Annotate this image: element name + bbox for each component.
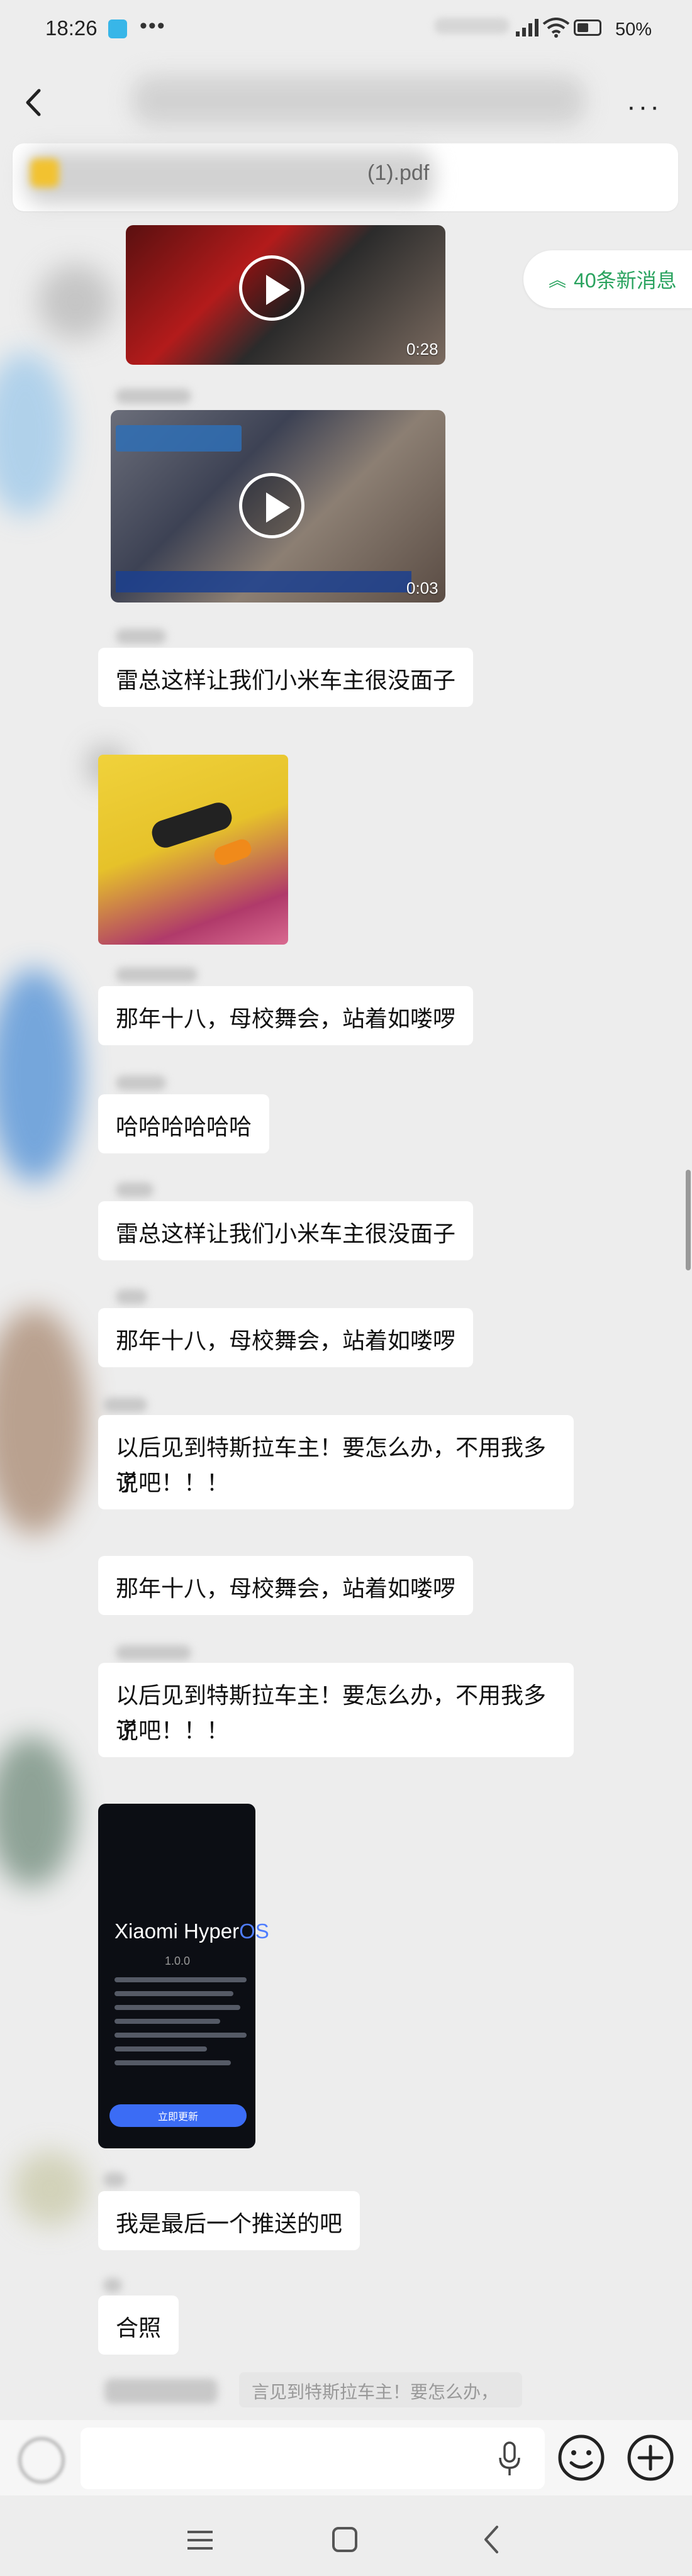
sender-name-blurred bbox=[103, 1397, 147, 1413]
quote-sender-blurred bbox=[104, 2379, 218, 2404]
status-time: 18:26 bbox=[45, 16, 98, 40]
screenshot-update-button: 立即更新 bbox=[109, 2104, 247, 2127]
sender-name-blurred bbox=[116, 1645, 191, 1660]
video-ticker bbox=[116, 571, 411, 592]
sender-name-blurred bbox=[116, 967, 198, 982]
avatar-blurred bbox=[0, 1308, 88, 1535]
message-text: 那年十八，母校舞会，站着如喽啰 bbox=[116, 1006, 456, 1031]
message-text: 雷总这样让我们小米车主很没面子 bbox=[116, 1221, 456, 1246]
voice-toggle-icon[interactable] bbox=[19, 2438, 64, 2483]
video-duration: 0:03 bbox=[406, 579, 438, 597]
message-bubble[interactable]: 合照 bbox=[98, 2296, 179, 2355]
message-bubble[interactable]: 那年十八，母校舞会，站着如喽啰 bbox=[98, 1308, 474, 1367]
screenshot-version: 1.0.0 bbox=[165, 1955, 191, 1967]
battery-percent: 50% bbox=[615, 19, 652, 40]
recent-apps-icon[interactable] bbox=[186, 2529, 214, 2551]
quoted-message-preview[interactable]: 言见到特斯拉车主！要怎么办， bbox=[239, 2372, 522, 2407]
message-text: 那年十八，母校舞会，站着如喽啰 bbox=[116, 1328, 456, 1353]
chat-title-blurred bbox=[132, 75, 585, 126]
back-icon[interactable] bbox=[21, 87, 47, 118]
message-bubble[interactable]: 我是最后一个推送的吧 bbox=[98, 2191, 360, 2250]
signal-icon bbox=[516, 19, 539, 36]
new-messages-button[interactable]: ︽ 40条新消息 bbox=[523, 250, 692, 308]
avatar-blurred bbox=[0, 1736, 75, 1887]
battery-level bbox=[578, 23, 588, 32]
system-back-icon[interactable] bbox=[479, 2524, 505, 2555]
screenshot-title: Xiaomi HyperOS bbox=[114, 1919, 269, 1943]
sender-name-blurred bbox=[116, 389, 191, 404]
message-bubble[interactable]: 雷总这样让我们小米车主很没面子 bbox=[98, 1201, 474, 1260]
message-bubble[interactable]: 那年十八，母校舞会，站着如喽啰 bbox=[98, 1556, 474, 1615]
app-notification-icon bbox=[108, 19, 127, 38]
plus-icon[interactable] bbox=[625, 2433, 676, 2483]
message-bubble[interactable]: 以后见到特斯拉车主！要怎么办，不用我多说 了吧！！！ bbox=[98, 1663, 574, 1757]
emoji-icon[interactable] bbox=[556, 2433, 606, 2483]
video-caption-banner bbox=[116, 425, 242, 452]
video-duration: 0:28 bbox=[406, 340, 438, 358]
play-icon[interactable] bbox=[239, 473, 304, 538]
message-text: 哈哈哈哈哈哈 bbox=[116, 1114, 252, 1140]
sender-name-blurred bbox=[116, 1289, 147, 1304]
avatar-blurred bbox=[0, 969, 82, 1182]
status-more-dots: ••• bbox=[140, 14, 166, 38]
message-bubble[interactable]: 那年十八，母校舞会，站着如喽啰 bbox=[98, 986, 474, 1045]
status-blurred-area bbox=[434, 18, 510, 34]
play-icon[interactable] bbox=[239, 255, 304, 321]
message-text: 我是最后一个推送的吧 bbox=[116, 2211, 343, 2236]
file-icon bbox=[30, 158, 59, 187]
new-messages-label: 40条新消息 bbox=[574, 269, 677, 292]
message-bubble[interactable]: 哈哈哈哈哈哈 bbox=[98, 1094, 270, 1153]
double-chevron-up-icon: ︽ bbox=[549, 270, 567, 290]
message-text: 合照 bbox=[116, 2315, 162, 2341]
message-text: 雷总这样让我们小米车主很没面子 bbox=[116, 667, 456, 693]
scrollbar[interactable] bbox=[686, 1170, 691, 1270]
message-bubble[interactable]: 雷总这样让我们小米车主很没面子 bbox=[98, 648, 474, 707]
avatar-blurred bbox=[0, 352, 69, 516]
sender-name-blurred bbox=[116, 629, 166, 644]
avatar-blurred bbox=[38, 264, 113, 340]
message-input[interactable] bbox=[81, 2428, 545, 2489]
message-text: 了吧！！！ bbox=[116, 1718, 230, 1743]
sender-name-blurred bbox=[103, 2172, 126, 2187]
mic-icon[interactable] bbox=[497, 2440, 522, 2478]
home-icon[interactable] bbox=[332, 2527, 357, 2552]
message-bubble[interactable]: 以后见到特斯拉车主！要怎么办，不用我多说 了吧！！！ bbox=[98, 1415, 574, 1509]
sender-name-blurred bbox=[116, 1182, 153, 1197]
sender-name-blurred bbox=[116, 1075, 166, 1091]
avatar-blurred bbox=[13, 2151, 88, 2226]
message-text: 那年十八，母校舞会，站着如喽啰 bbox=[116, 1575, 456, 1601]
more-dots-icon[interactable]: ··· bbox=[627, 91, 662, 123]
sender-name-blurred bbox=[103, 2278, 122, 2293]
message-text: 了吧！！！ bbox=[116, 1470, 230, 1496]
message-text: 以后见到特斯拉车主！要怎么办，不用我多说 bbox=[116, 1682, 547, 1743]
pinned-file-name: (1).pdf bbox=[367, 161, 430, 185]
wifi-icon bbox=[542, 18, 570, 38]
sticker-image[interactable] bbox=[98, 755, 288, 945]
message-text: 以后见到特斯拉车主！要怎么办，不用我多说 bbox=[116, 1435, 547, 1496]
screenshot-text-lines bbox=[114, 1977, 247, 2109]
